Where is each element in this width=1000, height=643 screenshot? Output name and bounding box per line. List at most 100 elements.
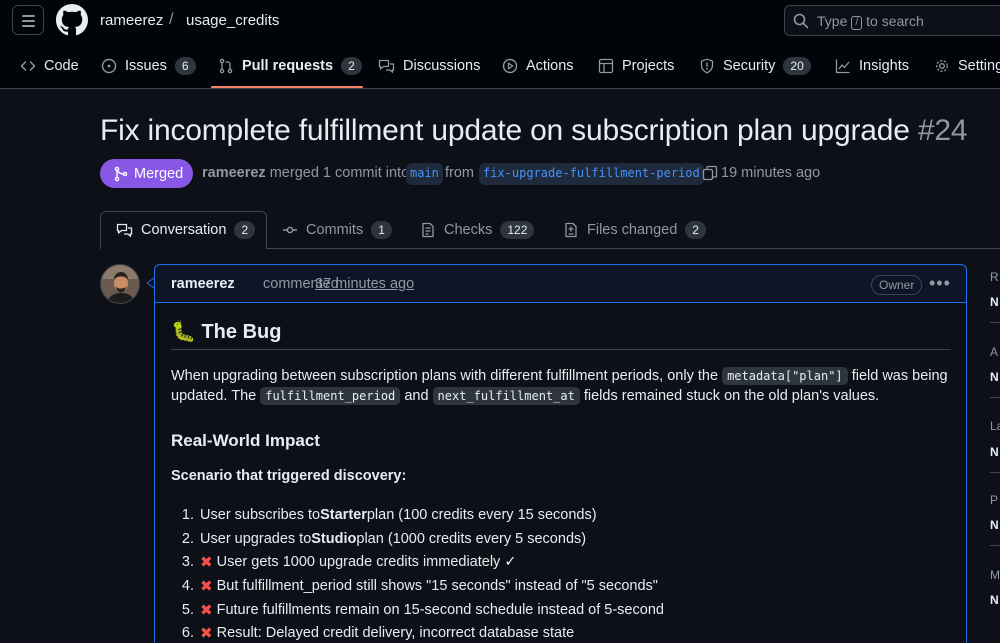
play-icon (502, 58, 518, 73)
git-merge-icon (114, 166, 128, 181)
sidebar-value: N (990, 518, 999, 532)
tab-checks[interactable]: Checks 122 (420, 211, 535, 249)
sidebar-value: N (990, 445, 999, 459)
comment-discussion-icon (116, 223, 133, 237)
git-pull-request-icon (219, 58, 233, 73)
tab-conversation[interactable]: Conversation 2 (116, 211, 256, 249)
table-icon (598, 58, 614, 73)
status-badge: Merged (100, 159, 193, 188)
nav-code[interactable]: Code (20, 42, 79, 89)
nav-label: Settings (958, 57, 1000, 74)
breadcrumb-separator: / (169, 11, 174, 28)
comment-header: rameerez commented 37 minutes ago Owner … (155, 265, 966, 303)
sidebar-value: N (990, 295, 999, 309)
page-title: Fix incomplete fulfillment update on sub… (100, 114, 968, 148)
graph-icon (835, 59, 850, 73)
avatar-portrait (101, 265, 139, 303)
comment-author[interactable]: rameerez (171, 276, 235, 292)
comment-timestamp[interactable]: 37 minutes ago (315, 276, 414, 292)
cross-mark-icon: ✖ (200, 577, 213, 595)
nav-projects[interactable]: Projects (598, 42, 674, 89)
nav-actions[interactable]: Actions (502, 42, 574, 89)
list-item: 3. ✖ User gets 1000 upgrade credits immed… (181, 554, 517, 572)
sidebar-divider (990, 545, 1000, 546)
tab-counter: 2 (685, 221, 706, 239)
scenario-label: Scenario that triggered discovery: (171, 468, 407, 484)
nav-issues[interactable]: Issues 6 (101, 42, 196, 89)
owner-badge: Owner (871, 275, 923, 295)
search-placeholder: Type / to search (817, 13, 924, 30)
github-logo-icon[interactable] (56, 4, 88, 36)
status-label: Merged (134, 165, 184, 182)
nav-label: Security (723, 57, 776, 74)
sidebar-label: A (990, 345, 999, 359)
git-commit-icon (283, 226, 297, 234)
merge-text: merged 1 commit into (269, 165, 410, 181)
sidebar-label: P (990, 493, 999, 507)
nav-label: Issues (125, 57, 167, 74)
file-diff-icon (565, 222, 577, 238)
inline-code: next_fulfillment_at (432, 387, 580, 405)
sidebar-value: N (990, 370, 999, 384)
security-counter: 20 (783, 56, 811, 75)
issues-counter: 6 (174, 56, 196, 75)
sidebar-divider (990, 397, 1000, 398)
nav-label: Actions (526, 57, 574, 74)
sidebar-label: R (990, 270, 999, 284)
nav-pull-requests[interactable]: Pull requests 2 (218, 42, 362, 89)
base-branch-label[interactable]: main (406, 163, 443, 185)
head-branch-label[interactable]: fix-upgrade-fulfillment-period (479, 163, 704, 185)
tab-label: Checks (444, 222, 493, 238)
nav-label: Pull requests (242, 57, 334, 74)
search-input[interactable]: Type / to search (784, 5, 1000, 36)
comment-heading: 🐛 The Bug (171, 321, 282, 343)
merge-author-link[interactable]: rameerez (202, 165, 266, 181)
hamburger-line (22, 20, 35, 22)
nav-settings[interactable]: Settings (934, 42, 1000, 89)
tab-files-changed[interactable]: Files changed 2 (563, 211, 706, 249)
nav-insights[interactable]: Insights (835, 42, 909, 89)
pr-description-comment: rameerez commented 37 minutes ago Owner … (154, 264, 967, 643)
gear-icon (936, 59, 948, 72)
list-item: 4. ✖ But fulfillment_period still shows "… (181, 577, 658, 595)
checklist-icon (422, 222, 434, 238)
breadcrumb-repo[interactable]: usage_credits (186, 12, 279, 29)
avatar[interactable] (100, 264, 140, 304)
list-item: 2. User upgrades to Studio plan (1000 cr… (181, 530, 587, 547)
search-shortcut-key: / (851, 16, 863, 30)
comment-discussion-icon (378, 59, 395, 73)
hamburger-line (22, 15, 35, 17)
hamburger-line (22, 25, 35, 27)
global-header: rameerez / usage_credits Type / to search (0, 0, 1000, 42)
from-text: from (445, 165, 474, 181)
tab-counter: 1 (371, 221, 392, 239)
tab-label: Files changed (587, 222, 678, 238)
nav-security[interactable]: Security 20 (699, 42, 811, 89)
bug-icon: 🐛 (171, 321, 196, 343)
nav-discussions[interactable]: Discussions (378, 42, 480, 89)
repo-nav: Code Issues 6 Pull requests 2 Discussion… (0, 42, 1000, 89)
sidebar-label: La (990, 419, 1000, 433)
tab-commits[interactable]: Commits 1 (282, 211, 392, 249)
nav-label: Projects (622, 57, 675, 74)
sidebar-label: M (990, 568, 1000, 582)
list-item: 5. ✖ Future fulfillments remain on 15-sec… (181, 601, 664, 619)
menu-button[interactable] (12, 5, 44, 35)
inline-code: metadata["plan"] (722, 367, 848, 385)
copy-icon[interactable] (702, 165, 718, 181)
pull-requests-counter: 2 (341, 56, 362, 75)
tab-counter: 2 (234, 221, 256, 239)
scenario-list: 1. User subscribes to Starter plan (100 … (171, 503, 951, 643)
list-item: 1. User subscribes to Starter plan (100 … (181, 506, 597, 523)
search-icon (793, 13, 809, 29)
breadcrumb-owner[interactable]: rameerez (100, 12, 163, 29)
nav-label: Insights (859, 57, 909, 74)
kebab-horizontal-icon[interactable]: ••• (929, 273, 951, 294)
nav-label: Code (44, 57, 79, 74)
merge-time: 19 minutes ago (721, 165, 821, 181)
pr-number: #24 (917, 114, 968, 147)
bug-description: When upgrading between subscription plan… (171, 367, 948, 405)
issue-opened-icon (101, 58, 117, 73)
pr-title-text: Fix incomplete fulfillment update on sub… (100, 114, 910, 147)
tab-counter: 122 (500, 221, 535, 239)
